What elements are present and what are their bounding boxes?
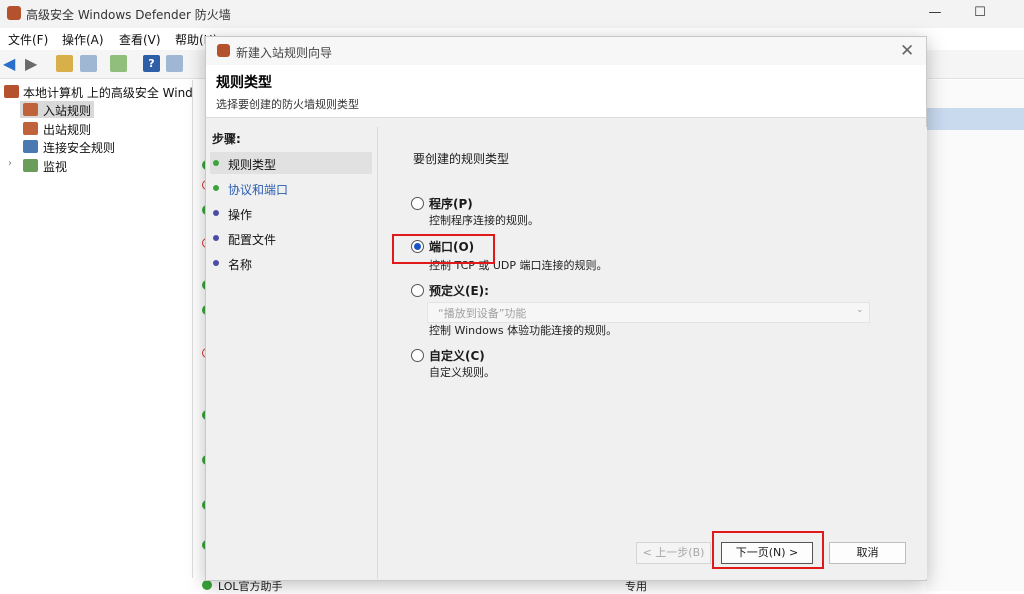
firewall-app-icon	[217, 44, 230, 57]
program-label[interactable]: 程序(P)	[429, 195, 473, 212]
step-name: 名称	[228, 258, 253, 272]
properties-icon[interactable]	[166, 55, 183, 72]
predefined-select[interactable]: “播放到设备”功能 ⌄	[427, 302, 870, 323]
chevron-down-icon: ⌄	[856, 305, 864, 315]
forward-arrow-icon[interactable]: ▶	[25, 55, 42, 72]
steps-title: 步骤:	[212, 132, 241, 146]
actions-header	[926, 108, 1024, 130]
step-done-icon	[213, 160, 219, 166]
firewall-computer-icon	[4, 85, 19, 98]
predefined-radio[interactable]	[411, 284, 424, 297]
step-profile: 配置文件	[228, 233, 277, 247]
navigation-tree	[0, 80, 192, 591]
up-folder-icon[interactable]	[56, 55, 73, 72]
menu-action[interactable]: 操作(A)	[62, 31, 104, 48]
tree-root[interactable]: 本地计算机 上的高级安全 Wind	[23, 84, 193, 101]
outbound-rules-icon	[23, 122, 38, 135]
close-icon[interactable]: ✕	[900, 41, 914, 61]
page-subtitle: 选择要创建的防火墙规则类型	[216, 98, 359, 111]
tree-item-inbound-rules[interactable]: 入站规则	[43, 102, 91, 119]
actions-pane	[926, 80, 1024, 591]
export-list-icon[interactable]	[110, 55, 127, 72]
dialog-title: 新建入站规则向导	[236, 46, 333, 60]
enabled-rule-icon	[202, 580, 212, 590]
show-hide-tree-icon[interactable]	[80, 55, 97, 72]
step-protocol-ports[interactable]: 协议和端口	[228, 181, 288, 198]
step-action: 操作	[228, 208, 253, 222]
program-desc: 控制程序连接的规则。	[429, 214, 539, 227]
help-icon[interactable]: ?	[143, 55, 160, 72]
step-pending-icon	[213, 260, 219, 266]
menu-file[interactable]: 文件(F)	[8, 31, 48, 48]
predefined-label[interactable]: 预定义(E):	[429, 282, 489, 299]
connection-security-icon	[23, 140, 38, 153]
step-rule-type: 规则类型	[228, 158, 277, 172]
port-option-highlight	[392, 234, 495, 264]
custom-desc: 自定义规则。	[429, 366, 495, 379]
app-title: 高级安全 Windows Defender 防火墙	[26, 8, 231, 22]
minimize-button[interactable]: —	[925, 4, 945, 22]
back-arrow-icon[interactable]: ◀	[3, 55, 20, 72]
expand-chevron-icon[interactable]: ›	[8, 158, 12, 169]
new-inbound-rule-wizard: 新建入站规则向导 ✕ 规则类型 选择要创建的防火墙规则类型 步骤: 规则类型 协…	[205, 36, 927, 581]
tree-item-outbound-rules[interactable]: 出站规则	[43, 121, 91, 138]
step-done-icon	[213, 185, 219, 191]
maximize-button[interactable]: ☐	[970, 4, 990, 22]
rule-type-question: 要创建的规则类型	[413, 152, 510, 166]
next-button-highlight	[712, 531, 824, 569]
tree-item-connection-security[interactable]: 连接安全规则	[43, 139, 115, 156]
program-radio[interactable]	[411, 197, 424, 210]
custom-label[interactable]: 自定义(C)	[429, 347, 485, 364]
firewall-app-icon	[7, 6, 21, 20]
tree-item-monitor[interactable]: 监视	[43, 158, 67, 175]
inbound-rules-icon	[23, 103, 38, 116]
step-pending-icon	[213, 210, 219, 216]
back-button[interactable]: < 上一步(B)	[636, 542, 711, 564]
custom-radio[interactable]	[411, 349, 424, 362]
predefined-desc: 控制 Windows 体验功能连接的规则。	[429, 324, 618, 337]
cancel-button[interactable]: 取消	[829, 542, 906, 564]
step-pending-icon	[213, 235, 219, 241]
monitor-icon	[23, 159, 38, 172]
menu-view[interactable]: 查看(V)	[119, 31, 161, 48]
page-title: 规则类型	[216, 75, 272, 91]
predefined-select-value: “播放到设备”功能	[438, 307, 527, 320]
